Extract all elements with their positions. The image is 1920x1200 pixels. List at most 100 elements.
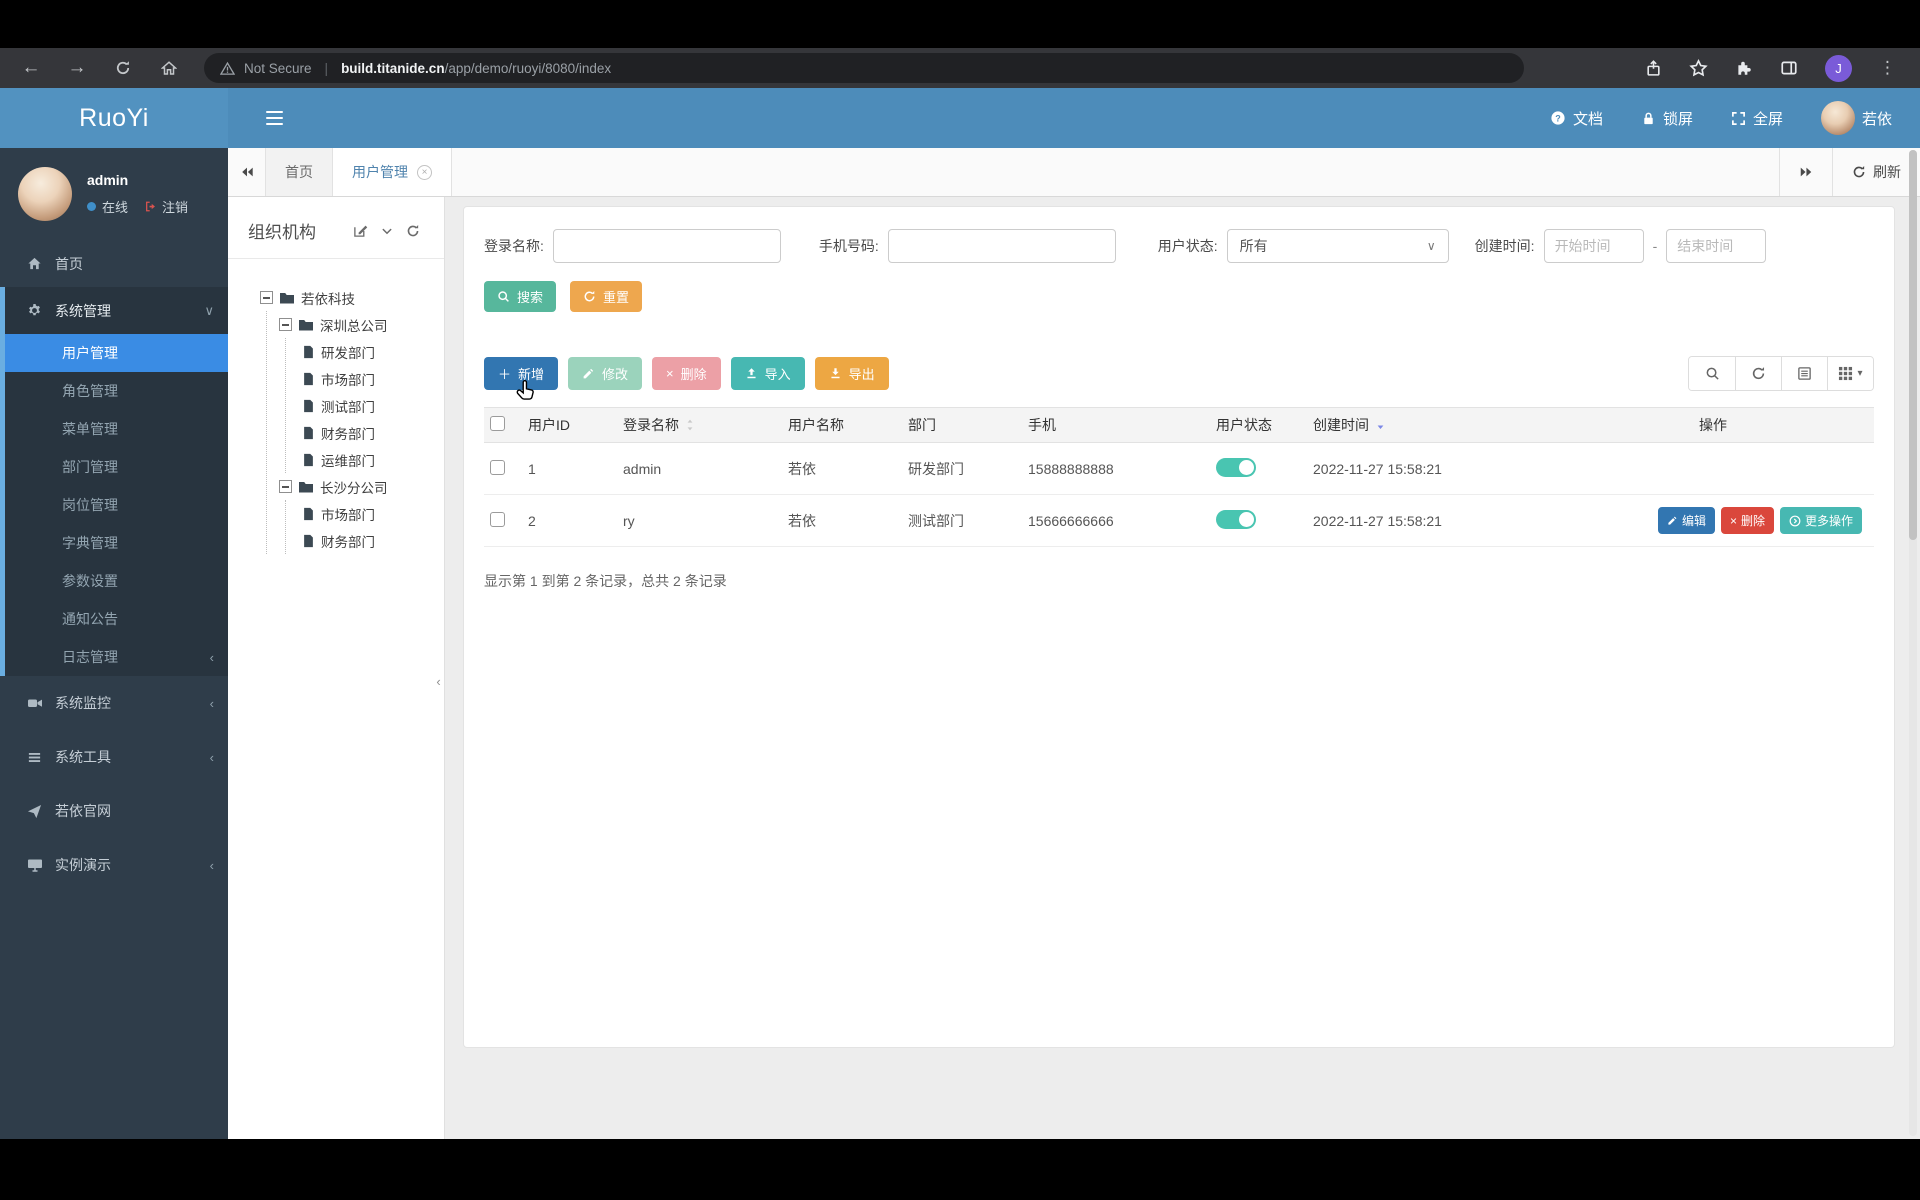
sidebar-item-system-mgmt[interactable]: 系统管理 ∨ [5,287,228,334]
sidebar-profile: admin 在线 注销 [0,148,228,240]
scrollbar-thumb[interactable] [1909,150,1917,540]
sidebar-item-user-mgmt[interactable]: 用户管理 [5,334,228,372]
row-more-button[interactable]: 更多操作 [1779,507,1862,534]
sidebar-item-role-mgmt[interactable]: 角色管理 [5,372,228,410]
app-logo[interactable]: RuoYi [0,88,228,148]
circle-arrow-icon [1789,515,1801,526]
chevron-down-icon[interactable] [381,225,393,237]
row-actions: 编辑 × 删除 更多操作 [1558,507,1868,534]
browser-reload-button[interactable] [108,53,138,83]
table-search-toggle-button[interactable] [1689,357,1735,390]
browser-forward-button[interactable]: → [62,53,92,83]
address-bar[interactable]: Not Secure | build.titanide.cn/app/demo/… [204,53,1524,83]
reload-icon [116,61,130,74]
lock-screen-button[interactable]: 锁屏 [1641,108,1693,129]
extensions-puzzle-icon[interactable] [1735,59,1753,77]
tabs-scroll-left-button[interactable] [228,148,266,196]
refresh-icon[interactable] [406,224,420,238]
row-checkbox[interactable] [490,511,505,527]
row-delete-button[interactable]: × 删除 [1720,507,1774,534]
sidebar-item-dict-mgmt[interactable]: 字典管理 [5,524,228,562]
delete-button[interactable]: × 删除 [652,357,721,390]
sidebar-item-home[interactable]: 首页 [0,240,228,287]
row-checkbox[interactable] [490,459,505,475]
sidebar-toggle-button[interactable] [266,110,283,126]
import-button[interactable]: 导入 [730,357,805,390]
browser-menu-icon[interactable]: ⋮ [1879,58,1896,78]
tree-node-leaf[interactable]: 市场部门 [302,365,444,392]
row-edit-button[interactable]: 编辑 [1657,507,1715,534]
tree-node-leaf[interactable]: 运维部门 [302,446,444,473]
gear-icon [27,303,44,318]
tree-node-branch[interactable]: 深圳总公司 [279,311,444,338]
table-row[interactable]: 1 admin 若依 研发部门 15888888888 2022-11-27 1… [484,442,1874,495]
chevron-down-icon: ∨ [1426,239,1436,253]
start-time-input[interactable] [1543,229,1644,263]
sidebar-item-demo[interactable]: 实例演示 ‹ [0,838,228,892]
user-menu[interactable]: 若依 [1820,101,1892,135]
edit-button[interactable]: 修改 [568,357,643,390]
status-toggle[interactable] [1216,509,1256,529]
sidebar-item-dept-mgmt[interactable]: 部门管理 [5,448,228,486]
tab-close-icon[interactable]: × [417,164,432,180]
end-time-input[interactable] [1666,229,1767,263]
tree-node-root[interactable]: 若依科技 [260,284,444,311]
profile-avatar[interactable] [18,167,72,221]
sidebar-bottom-group: 系统监控 ‹ 系统工具 ‹ 若依官网 实例演示 ‹ [0,676,228,892]
col-login-name[interactable]: 登录名称 [617,407,782,443]
tree-node-leaf[interactable]: 财务部门 [302,527,444,554]
export-button[interactable]: 导出 [814,357,889,390]
sidebar-item-official-site[interactable]: 若依官网 [0,784,228,838]
select-all-checkbox[interactable] [490,416,505,431]
sidebar-item-system-monitor[interactable]: 系统监控 ‹ [0,676,228,730]
sidebar-item-param-settings[interactable]: 参数设置 [5,562,228,600]
tab-user-mgmt[interactable]: 用户管理 × [333,148,452,196]
fullscreen-button[interactable]: 全屏 [1731,108,1783,129]
sidebar-item-log-mgmt[interactable]: 日志管理 ‹ [5,638,228,676]
table-row[interactable]: 2 ry 若依 测试部门 15666666666 2022-11-27 15:5… [484,494,1874,547]
address-divider: | [324,60,329,76]
phone-input[interactable] [887,229,1116,263]
tab-home[interactable]: 首页 [266,148,333,196]
tree-node-leaf[interactable]: 财务部门 [302,419,444,446]
page-scrollbar[interactable] [1909,150,1917,1136]
tree-collapse-icon[interactable] [279,480,292,493]
browser-home-button[interactable] [154,53,184,83]
sidebar-item-post-mgmt[interactable]: 岗位管理 [5,486,228,524]
tab-refresh-button[interactable]: 刷新 [1832,148,1920,196]
table-columns-button[interactable]: ▾ [1827,357,1873,390]
table-detail-view-button[interactable] [1781,357,1827,390]
docs-button[interactable]: ? 文档 [1550,108,1603,129]
tree-collapse-icon[interactable] [260,291,273,304]
upload-icon [747,368,756,379]
table-refresh-button[interactable] [1735,357,1781,390]
browser-back-button[interactable]: ← [16,53,46,83]
reset-button[interactable]: 重置 [570,281,643,312]
login-name-input[interactable] [552,229,781,263]
tree-node-leaf[interactable]: 研发部门 [302,338,444,365]
sidebar-item-menu-mgmt[interactable]: 菜单管理 [5,410,228,448]
user-status-select[interactable]: 所有 ∨ [1226,229,1449,263]
tabs-scroll-right-button[interactable] [1779,148,1832,196]
file-icon [302,507,315,521]
edit-icon[interactable] [353,223,368,238]
cell-user-name: 若依 [782,494,902,547]
sidebar-item-notice[interactable]: 通知公告 [5,600,228,638]
browser-profile-avatar[interactable]: J [1825,54,1852,82]
share-icon[interactable] [1645,59,1662,77]
panel-collapse-handle[interactable]: ‹ [431,659,446,703]
sidebar-item-system-tools[interactable]: 系统工具 ‹ [0,730,228,784]
col-created[interactable]: 创建时间 [1307,407,1552,443]
search-button[interactable]: 搜索 [484,281,557,312]
tree-node-branch[interactable]: 长沙分公司 [279,473,444,500]
bookmark-star-icon[interactable] [1689,58,1708,78]
url: build.titanide.cn/app/demo/ruoyi/8080/in… [341,61,611,76]
tree-collapse-icon[interactable] [279,318,292,331]
status-toggle[interactable] [1216,457,1256,477]
add-button[interactable]: ＋新增 [484,357,559,390]
tab-panel-icon[interactable] [1780,59,1798,77]
logout-button[interactable]: 注销 [144,197,188,216]
user-table-card: 登录名称: 手机号码: 用户状态: 所有 ∨ 创建时间: - 搜索 [463,206,1895,1048]
tree-node-leaf[interactable]: 测试部门 [302,392,444,419]
tree-node-leaf[interactable]: 市场部门 [302,500,444,527]
